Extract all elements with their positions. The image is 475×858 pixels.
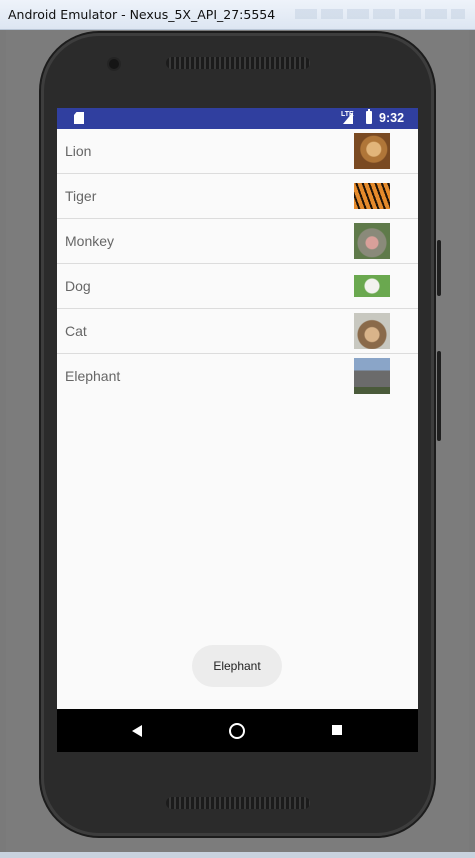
sd-card-icon [74,112,84,124]
list-item-label: Tiger [65,188,97,204]
list-item-label: Elephant [65,368,121,384]
recents-icon[interactable] [332,725,342,735]
window-bottom-border [0,852,475,858]
bottom-speaker [166,797,310,809]
window-titlebar: Android Emulator - Nexus_5X_API_27:5554 [0,0,475,30]
list-item[interactable]: Elephant [57,354,418,398]
window-title: Android Emulator - Nexus_5X_API_27:5554 [8,7,276,22]
cat-thumbnail [354,313,390,349]
lte-label: LTE [341,111,354,118]
list-item-label: Cat [65,323,87,339]
list-item[interactable]: Monkey [57,219,418,264]
volume-button[interactable] [437,240,441,296]
monkey-thumbnail [354,223,390,259]
animal-list: Lion Tiger Monkey Dog Cat Elephant [57,129,418,398]
home-icon[interactable] [229,723,245,739]
list-item-label: Dog [65,278,91,294]
toast-message: Elephant [192,645,282,687]
front-camera [109,59,119,69]
top-speaker [166,57,310,69]
power-button[interactable] [437,351,441,441]
battery-charging-icon [366,109,372,124]
list-item[interactable]: Dog [57,264,418,309]
titlebar-background-decoration [295,9,465,19]
navigation-bar [57,709,418,752]
list-item-label: Lion [65,143,92,159]
elephant-thumbnail [354,358,390,394]
list-item[interactable]: Lion [57,129,418,174]
list-item[interactable]: Cat [57,309,418,354]
lion-thumbnail [354,133,390,169]
back-icon[interactable] [132,725,142,737]
dog-thumbnail [354,275,390,297]
list-item-label: Monkey [65,233,115,249]
list-item[interactable]: Tiger [57,174,418,219]
tiger-thumbnail [354,183,390,209]
status-bar: LTE 9:32 [57,108,418,129]
device-screen: LTE 9:32 Lion Tiger Monkey Dog Cat Eleph… [57,108,418,752]
status-time: 9:32 [379,111,405,125]
